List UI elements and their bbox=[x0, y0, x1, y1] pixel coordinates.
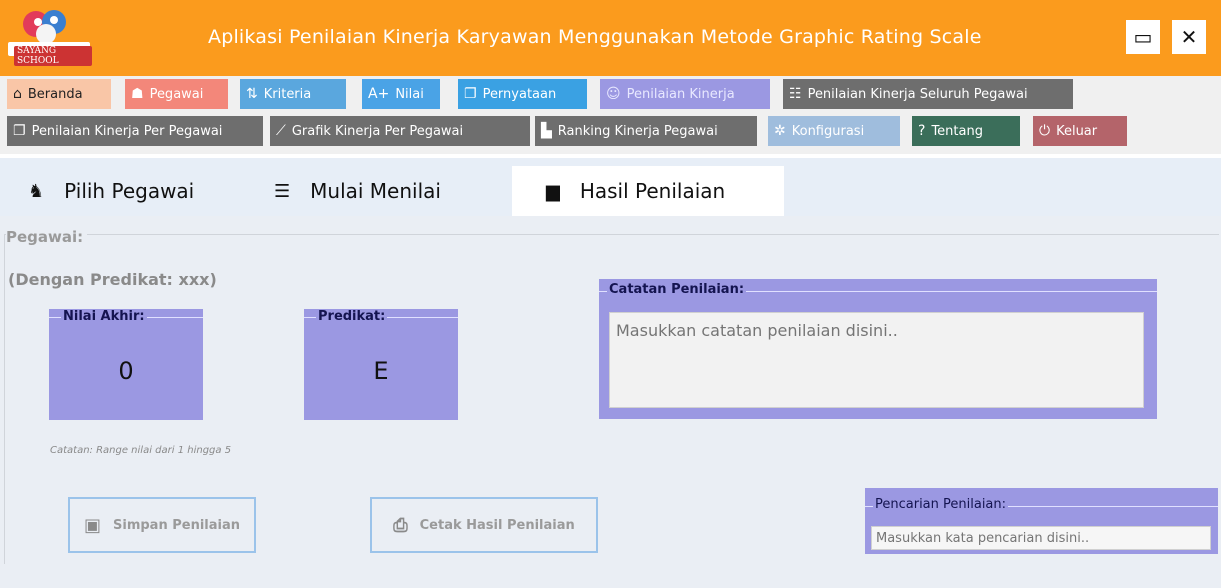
range-note: Catatan: Range nilai dari 1 hingga 5 bbox=[50, 445, 232, 456]
document-icon: ❐ bbox=[13, 123, 26, 139]
menu-pegawai[interactable]: ☗ Pegawai bbox=[125, 79, 228, 109]
home-icon: ⌂ bbox=[13, 86, 22, 102]
user-icon: ☺ bbox=[606, 86, 621, 102]
predikat-label: Predikat: bbox=[316, 309, 388, 324]
predikat-summary: (Dengan Predikat: xxx) bbox=[8, 270, 217, 289]
document-icon: ❐ bbox=[464, 86, 477, 102]
chart-icon: ⟋ bbox=[276, 123, 286, 139]
result-icon: ▆ bbox=[546, 180, 560, 202]
user-select-icon: ♞ bbox=[28, 180, 45, 202]
maximize-button[interactable]: ▭ bbox=[1126, 20, 1160, 54]
predikat-box: Predikat: E bbox=[304, 309, 458, 420]
ranking-icon: ▙ bbox=[541, 123, 552, 139]
main-menu: ⌂ Beranda ☗ Pegawai ⇅ Kriteria A+ Nilai ❐ Per… bbox=[0, 76, 1221, 154]
nilai-akhir-box: Nilai Akhir: 0 bbox=[49, 309, 203, 420]
menu-label: Penilaian Kinerja Seluruh Pegawai bbox=[807, 86, 1028, 102]
sort-icon: ⇅ bbox=[246, 86, 258, 102]
menu-nilai[interactable]: A+ Nilai bbox=[362, 79, 440, 109]
predikat-value: E bbox=[373, 357, 389, 385]
nilai-akhir-label: Nilai Akhir: bbox=[61, 309, 147, 324]
catatan-group: Catatan Penilaian: bbox=[599, 279, 1157, 419]
menu-konfigurasi[interactable]: ✲ Konfigurasi bbox=[768, 116, 900, 146]
menu-pernyataan[interactable]: ❐ Pernyataan bbox=[458, 79, 587, 109]
tab-pilih-pegawai[interactable]: ♞ Pilih Pegawai bbox=[28, 166, 250, 216]
catatan-input[interactable] bbox=[609, 312, 1144, 408]
pegawai-label: Pegawai: bbox=[6, 228, 88, 246]
menu-penilaian-kinerja[interactable]: ☺ Penilaian Kinerja bbox=[600, 79, 770, 109]
menu-label: Grafik Kinerja Per Pegawai bbox=[291, 123, 464, 139]
user-list-icon: ☰ bbox=[274, 180, 291, 202]
menu-label: Pernyataan bbox=[482, 86, 557, 102]
print-icon: ⎙ bbox=[393, 514, 408, 536]
logo-text: SAYANG SCHOOL bbox=[14, 46, 92, 66]
tab-mulai-menilai[interactable]: ☰ Mulai Menilai bbox=[274, 166, 510, 216]
menu-label: Penilaian Kinerja bbox=[626, 86, 735, 102]
maximize-icon: ▭ bbox=[1133, 25, 1153, 49]
tab-strip: ♞ Pilih Pegawai ☰ Mulai Menilai ▆ Hasil Pen… bbox=[0, 158, 1221, 216]
menu-label: Pegawai bbox=[149, 86, 204, 102]
tab-label: Mulai Menilai bbox=[310, 179, 441, 203]
tab-label: Hasil Penilaian bbox=[579, 179, 726, 203]
menu-penilaian-per-pegawai[interactable]: ❐ Penilaian Kinerja Per Pegawai bbox=[7, 116, 263, 146]
list-icon: ☷ bbox=[789, 86, 802, 102]
menu-label: Ranking Kinerja Pegawai bbox=[557, 123, 718, 139]
catatan-label: Catatan Penilaian: bbox=[607, 282, 747, 297]
menu-label: Keluar bbox=[1056, 123, 1098, 139]
menu-label: Tentang bbox=[931, 123, 983, 139]
gear-icon: ✲ bbox=[774, 123, 786, 139]
menu-tentang[interactable]: ? Tentang bbox=[912, 116, 1020, 146]
simpan-button[interactable]: ▣ Simpan Penilaian bbox=[68, 497, 256, 553]
menu-beranda[interactable]: ⌂ Beranda bbox=[7, 79, 111, 109]
users-icon: ☗ bbox=[131, 86, 144, 102]
menu-kriteria[interactable]: ⇅ Kriteria bbox=[240, 79, 346, 109]
save-icon: ▣ bbox=[83, 514, 101, 536]
tab-label: Pilih Pegawai bbox=[64, 179, 195, 203]
menu-grafik[interactable]: ⟋ Grafik Kinerja Per Pegawai bbox=[270, 116, 530, 146]
menu-penilaian-seluruh[interactable]: ☷ Penilaian Kinerja Seluruh Pegawai bbox=[783, 79, 1073, 109]
close-icon: ✕ bbox=[1180, 25, 1198, 49]
menu-label: Kriteria bbox=[263, 86, 312, 102]
menu-keluar[interactable]: ⏻ Keluar bbox=[1033, 116, 1127, 146]
menu-label: Nilai bbox=[395, 86, 424, 102]
cetak-button[interactable]: ⎙ Cetak Hasil Penilaian bbox=[370, 497, 598, 553]
menu-ranking[interactable]: ▙ Ranking Kinerja Pegawai bbox=[535, 116, 757, 146]
app-logo: SAYANG SCHOOL bbox=[6, 4, 92, 66]
power-icon: ⏻ bbox=[1039, 123, 1051, 139]
pencarian-label: Pencarian Penilaian: bbox=[873, 497, 1009, 512]
title-bar: SAYANG SCHOOL Aplikasi Penilaian Kinerja… bbox=[0, 0, 1221, 76]
menu-label: Konfigurasi bbox=[791, 123, 865, 139]
menu-label: Beranda bbox=[27, 86, 83, 102]
question-icon: ? bbox=[918, 123, 926, 139]
app-title: Aplikasi Penilaian Kinerja Karyawan Meng… bbox=[208, 26, 982, 48]
result-panel: Pegawai: (Dengan Predikat: xxx) Nilai Ak… bbox=[0, 216, 1221, 588]
tab-hasil-penilaian[interactable]: ▆ Hasil Penilaian bbox=[512, 166, 784, 216]
simpan-label: Simpan Penilaian bbox=[113, 517, 240, 533]
menu-label: Penilaian Kinerja Per Pegawai bbox=[31, 123, 223, 139]
cetak-label: Cetak Hasil Penilaian bbox=[419, 517, 575, 533]
nilai-akhir-value: 0 bbox=[118, 357, 134, 385]
pencarian-input[interactable] bbox=[871, 526, 1211, 550]
pencarian-group: Pencarian Penilaian: bbox=[865, 488, 1218, 554]
close-button[interactable]: ✕ bbox=[1172, 20, 1206, 54]
grade-icon: A+ bbox=[368, 86, 390, 102]
